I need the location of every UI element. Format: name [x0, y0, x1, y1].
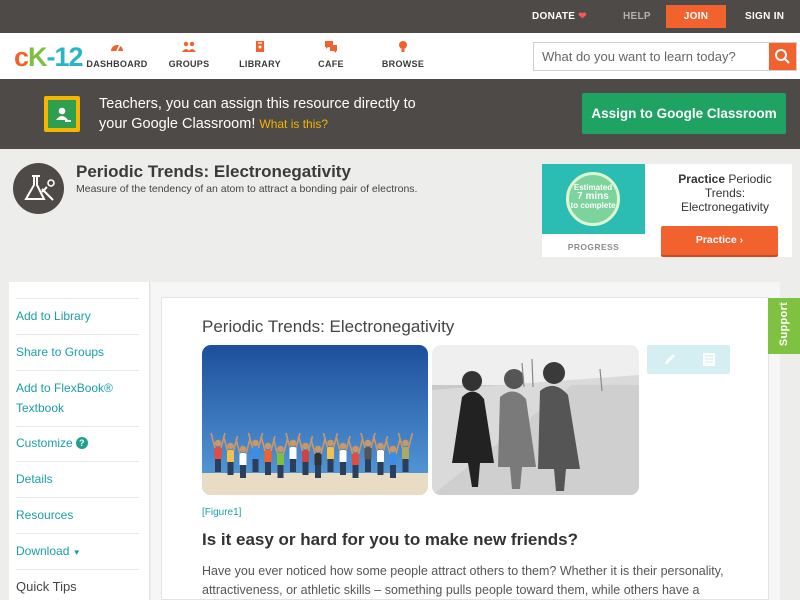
article-paragraph: Have you ever noticed how some people at… [202, 564, 724, 597]
sidebar: Add to Library Share to Groups Add to Fl… [9, 282, 150, 600]
estimated-time: Estimated 7 mins to complete [570, 183, 616, 210]
add-to-flexbook-line1: Add to FlexBook® [16, 381, 113, 395]
progress-label: PROGRESS [567, 242, 620, 252]
support-tab[interactable]: Support [768, 298, 800, 354]
assign-google-classroom-button[interactable]: Assign to Google Classroom [582, 93, 786, 134]
top-bar: DONATE ❤ HELP JOIN SIGN IN [0, 0, 800, 33]
banner-text: Teachers, you can assign this resource d… [99, 94, 459, 134]
quick-tips-heading[interactable]: Quick Tips [16, 579, 77, 594]
nav-browse-label: BROWSE [381, 59, 425, 69]
main-nav: cK-12 DASHBOARD GROUPS LIBRARY CAFE BROW… [0, 33, 800, 79]
nav-cafe-label: CAFE [318, 59, 344, 69]
nav-cafe[interactable]: CAFE [296, 40, 366, 69]
customize-label: Customize [16, 436, 73, 450]
nav-dashboard-label: DASHBOARD [86, 59, 148, 69]
logo-c: c [14, 42, 29, 72]
search-box [533, 42, 797, 71]
nav-browse[interactable]: BROWSE [368, 40, 438, 69]
heart-icon: ❤ [578, 11, 587, 22]
add-to-library-link[interactable]: Add to Library [16, 306, 139, 326]
download-link[interactable]: Download ▼ [16, 541, 139, 563]
search-input[interactable] [534, 43, 769, 70]
resources-link[interactable]: Resources [16, 505, 139, 525]
search-button[interactable] [769, 43, 796, 70]
library-icon [256, 41, 264, 52]
share-to-groups-link[interactable]: Share to Groups [16, 342, 139, 362]
google-classroom-banner: Teachers, you can assign this resource d… [0, 79, 800, 149]
browse-icon [399, 41, 407, 52]
what-is-this-link[interactable]: What is this? [259, 117, 328, 131]
help-question-icon[interactable]: ? [75, 437, 88, 449]
notes-icon[interactable] [701, 351, 717, 368]
practice-button[interactable]: Practice › [661, 226, 778, 255]
sign-in-link[interactable]: SIGN IN [745, 0, 784, 33]
concept-description: Measure of the tendency of an atom to at… [76, 183, 418, 195]
logo-k: K [28, 42, 47, 72]
jumping-people-image [202, 345, 428, 495]
donate-label: DONATE [532, 11, 576, 22]
join-button[interactable]: JOIN [666, 5, 726, 28]
groups-icon [182, 41, 196, 52]
details-link[interactable]: Details [16, 469, 139, 489]
add-to-flexbook-line2: Textbook [16, 401, 65, 415]
elderly-people-walking-image [432, 345, 639, 495]
chemistry-flask-icon [13, 163, 64, 214]
caret-down-icon: ▼ [72, 548, 81, 557]
nav-groups[interactable]: GROUPS [154, 40, 224, 69]
search-icon [775, 49, 790, 64]
nav-groups-label: GROUPS [168, 59, 210, 69]
nav-dashboard[interactable]: DASHBOARD [82, 40, 152, 69]
banner-line-1: Teachers, you can assign this resource d… [99, 96, 416, 112]
add-to-flexbook-link[interactable]: Add to FlexBook® Textbook [16, 378, 139, 418]
pencil-icon[interactable] [661, 351, 677, 368]
logo-12: -12 [46, 42, 84, 72]
dashboard-icon [111, 44, 123, 52]
practice-card: Estimated 7 mins to complete PROGRESS Pr… [542, 164, 792, 257]
cafe-icon [325, 41, 337, 53]
nav-library-label: LIBRARY [239, 59, 281, 69]
concept-title: Periodic Trends: Electronegativity [76, 162, 351, 181]
customize-link[interactable]: Customize? [16, 433, 139, 453]
figure-caption[interactable]: [Figure1] [202, 507, 241, 518]
help-link[interactable]: HELP [623, 0, 651, 33]
annotation-tools [647, 345, 730, 374]
donate-link[interactable]: DONATE ❤ [532, 0, 587, 33]
download-label: Download [16, 544, 70, 558]
banner-line-2: your Google Classroom! [99, 116, 256, 132]
practice-thumbnail[interactable]: Estimated 7 mins to complete [542, 164, 645, 234]
ck12-logo[interactable]: cK-12 [14, 42, 84, 73]
nav-library[interactable]: LIBRARY [225, 40, 295, 69]
article-title: Periodic Trends: Electronegativity [202, 317, 455, 336]
chevron-right-icon: › [739, 234, 744, 246]
section-question: Is it easy or hard for you to make new f… [202, 530, 578, 549]
google-classroom-icon [44, 96, 80, 132]
practice-title: Practice Periodic Trends: Electronegativ… [678, 172, 772, 214]
